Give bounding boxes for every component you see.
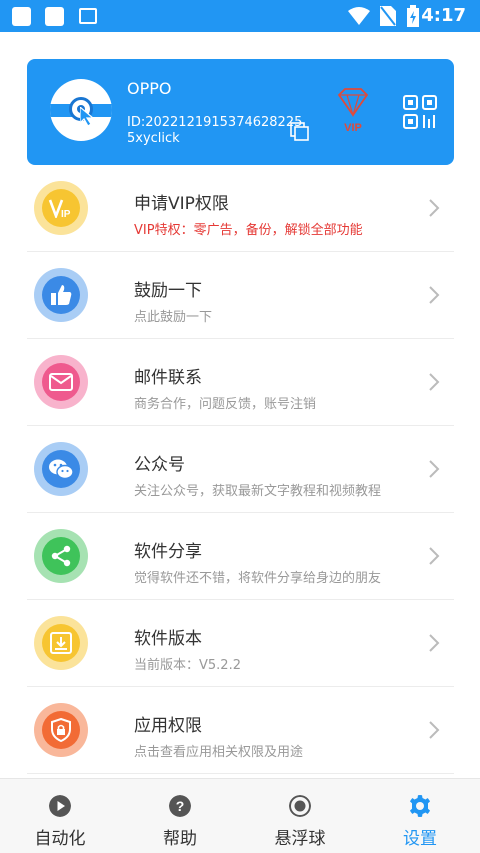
tab-label: 自动化 — [34, 829, 86, 849]
settings-list: IP 申请VIP权限 VIP特权：零广告，备份，解锁全部功能 鼓励一下 点此鼓励… — [27, 165, 454, 774]
mail-icon — [42, 363, 80, 401]
gear-icon — [409, 795, 431, 817]
tab-label: 设置 — [403, 829, 437, 849]
status-time: 4:17 — [421, 5, 466, 26]
battery-icon — [407, 5, 419, 27]
list-item-subtitle: 点此鼓励一下 — [134, 310, 213, 325]
tab-floating-ball[interactable]: 悬浮球 — [240, 779, 360, 853]
avatar[interactable] — [50, 79, 112, 141]
shield-lock-icon — [42, 711, 80, 749]
list-item-share[interactable]: 软件分享 觉得软件还不错，将软件分享给身边的朋友 — [27, 513, 454, 600]
list-item-title: 鼓励一下 — [134, 281, 202, 301]
list-item-title: 应用权限 — [134, 716, 202, 736]
list-item-subtitle: 觉得软件还不错，将软件分享给身边的朋友 — [134, 571, 382, 586]
notification-icon — [12, 7, 31, 26]
list-item-permissions[interactable]: 应用权限 点击查看应用相关权限及用途 — [27, 687, 454, 774]
thumbs-up-icon — [42, 276, 80, 314]
list-item-subtitle: 当前版本：V5.2.2 — [134, 658, 241, 673]
wifi-icon — [348, 7, 370, 25]
tab-label: 帮助 — [163, 829, 197, 849]
svg-text:IP: IP — [61, 209, 71, 218]
list-item-encourage[interactable]: 鼓励一下 点此鼓励一下 — [27, 252, 454, 339]
list-item-vip[interactable]: IP 申请VIP权限 VIP特权：零广告，备份，解锁全部功能 — [27, 165, 454, 252]
chevron-right-icon — [429, 199, 440, 217]
profile-name: OPPO — [127, 79, 172, 98]
notification-icon — [45, 7, 64, 26]
tab-automation[interactable]: 自动化 — [0, 779, 120, 853]
list-item-title: 软件版本 — [134, 629, 202, 649]
chevron-right-icon — [429, 547, 440, 565]
list-item-subtitle: 点击查看应用相关权限及用途 — [134, 745, 304, 760]
list-item-title: 邮件联系 — [134, 368, 202, 388]
chevron-right-icon — [429, 286, 440, 304]
list-item-version[interactable]: 软件版本 当前版本：V5.2.2 — [27, 600, 454, 687]
svg-text:?: ? — [176, 798, 185, 814]
wechat-icon — [42, 450, 80, 488]
list-item-title: 软件分享 — [134, 542, 202, 562]
image-icon — [79, 8, 97, 24]
record-icon — [289, 795, 311, 817]
settings-page: OPPO ID:20221219153746282255xyclick VIP — [0, 32, 480, 778]
share-icon — [42, 537, 80, 575]
list-item-subtitle: 关注公众号，获取最新文字教程和视频教程 — [134, 484, 382, 499]
help-icon: ? — [169, 795, 191, 817]
status-bar: 4:17 — [0, 0, 480, 32]
svg-text:VIP: VIP — [344, 122, 362, 134]
tab-label: 悬浮球 — [274, 829, 326, 849]
vip-badge-icon[interactable]: VIP — [333, 87, 373, 135]
list-item-wechat[interactable]: 公众号 关注公众号，获取最新文字教程和视频教程 — [27, 426, 454, 513]
tab-help[interactable]: ? 帮助 — [120, 779, 240, 853]
chevron-right-icon — [429, 373, 440, 391]
qr-code-icon[interactable] — [403, 95, 437, 129]
vip-icon: IP — [42, 189, 80, 227]
copy-icon[interactable] — [289, 121, 311, 143]
chevron-right-icon — [429, 460, 440, 478]
list-item-title: 公众号 — [134, 455, 185, 475]
tab-settings[interactable]: 设置 — [360, 779, 480, 853]
profile-card[interactable]: OPPO ID:20221219153746282255xyclick VIP — [27, 59, 454, 165]
list-item-title: 申请VIP权限 — [134, 194, 229, 214]
download-icon — [42, 624, 80, 662]
no-sim-icon — [380, 6, 396, 26]
profile-id: ID:20221219153746282255xyclick — [127, 115, 303, 146]
chevron-right-icon — [429, 721, 440, 739]
list-item-subtitle: 商务合作，问题反馈，账号注销 — [134, 397, 317, 412]
chevron-right-icon — [429, 634, 440, 652]
play-icon — [49, 795, 71, 817]
bottom-navigation: 自动化 ? 帮助 悬浮球 设置 — [0, 778, 480, 853]
list-item-mail[interactable]: 邮件联系 商务合作，问题反馈，账号注销 — [27, 339, 454, 426]
list-item-subtitle: VIP特权：零广告，备份，解锁全部功能 — [134, 223, 363, 238]
